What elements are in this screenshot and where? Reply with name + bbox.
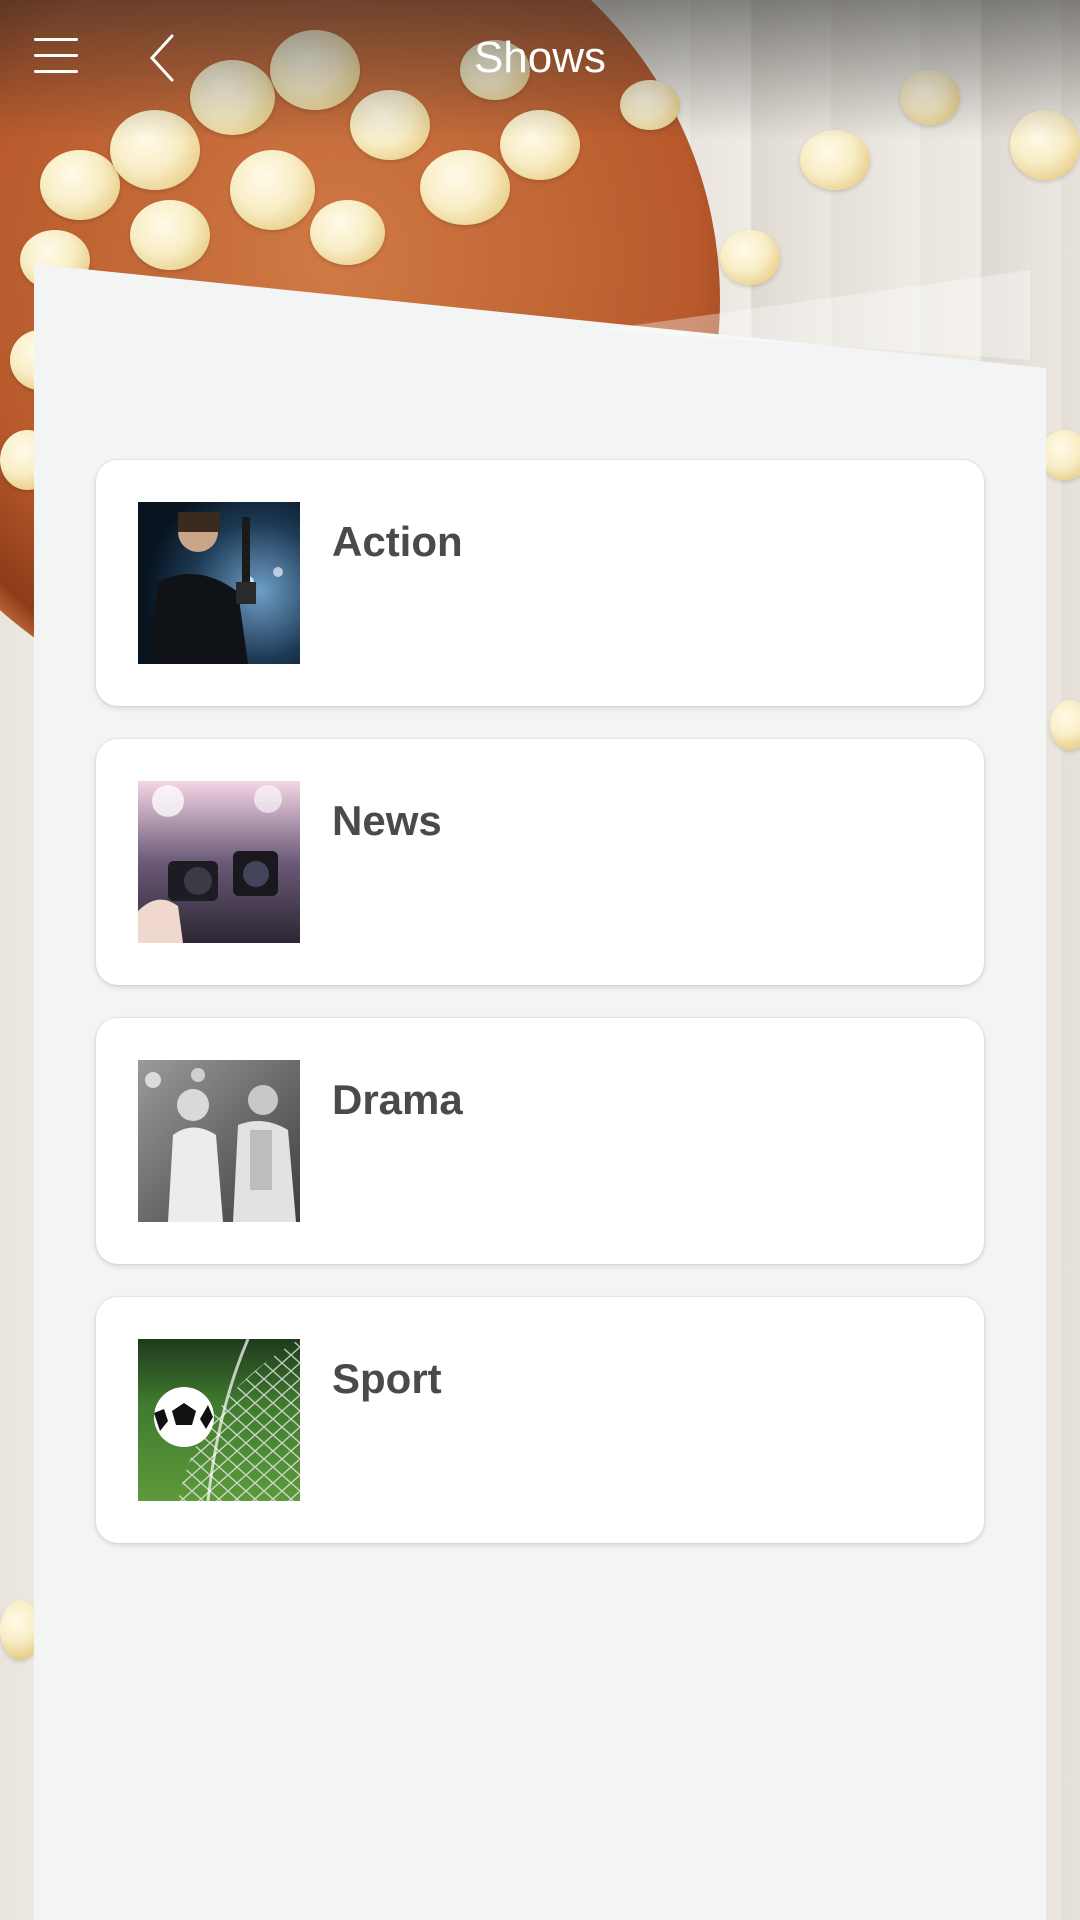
sport-thumbnail [138,1339,300,1501]
action-thumbnail [138,502,300,664]
category-label: Action [332,518,463,565]
category-list: Action News Drama Sport [96,460,984,1576]
app-header: Shows [0,0,1080,116]
category-label: Drama [332,1076,463,1123]
category-card-sport[interactable]: Sport [96,1297,984,1543]
hamburger-menu-icon[interactable] [34,34,80,78]
category-label: News [332,797,442,844]
category-card-action[interactable]: Action [96,460,984,706]
category-label: Sport [332,1355,442,1402]
category-card-news[interactable]: News [96,739,984,985]
news-thumbnail [138,781,300,943]
chevron-left-icon[interactable] [140,30,188,86]
drama-thumbnail [138,1060,300,1222]
category-card-drama[interactable]: Drama [96,1018,984,1264]
